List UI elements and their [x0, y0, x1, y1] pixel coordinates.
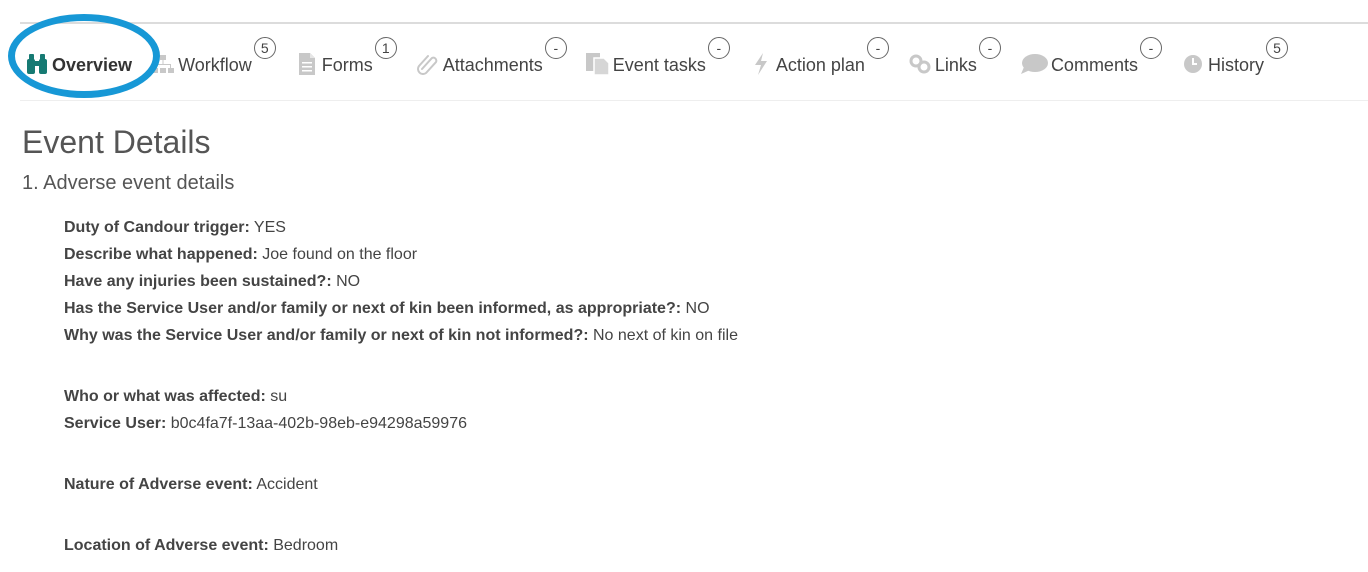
copy-icon [585, 51, 611, 77]
field-value: NO [681, 300, 710, 317]
field-key: Location of Adverse event: [64, 537, 269, 554]
tab-label: Workflow [178, 54, 252, 75]
tab-event-tasks[interactable]: Event tasks - [585, 32, 730, 88]
field-key: Describe what happened: [64, 246, 258, 263]
count-badge: 1 [374, 37, 397, 59]
field-duty-of-candour: Duty of Candour trigger: YES [64, 214, 738, 241]
top-divider [20, 22, 1368, 24]
field-key: Service User: [64, 415, 167, 432]
field-value: Joe found on the floor [257, 246, 418, 263]
field-location: Location of Adverse event: Bedroom [64, 532, 738, 559]
tab-label: Action plan [775, 54, 865, 75]
count-badge: - [866, 37, 889, 59]
tab-bar: Overview Workflow 5 Forms 1 Attachments … [24, 32, 1368, 88]
count-badge: 5 [253, 37, 276, 59]
count-badge: - [544, 37, 567, 59]
field-value: Bedroom [268, 537, 339, 554]
event-fields: Duty of Candour trigger: YES Describe wh… [64, 214, 738, 559]
tab-label: Links [934, 54, 977, 75]
count-badge: - [707, 37, 730, 59]
lightning-icon [748, 51, 774, 77]
field-key: Nature of Adverse event: [64, 476, 253, 493]
field-key: Have any injuries been sustained?: [64, 273, 332, 290]
document-icon [294, 51, 320, 77]
link-icon [907, 51, 933, 77]
field-informed: Has the Service User and/or family or ne… [64, 295, 738, 322]
field-value: su [265, 388, 288, 405]
count-badge: - [978, 37, 1001, 59]
tab-label: Event tasks [612, 54, 706, 75]
tab-attachments[interactable]: Attachments - [415, 32, 567, 88]
tab-label: Forms [321, 54, 373, 75]
tab-comments[interactable]: Comments - [1019, 32, 1162, 88]
field-value: b0c4fa7f-13aa-402b-98eb-e94298a59976 [166, 415, 467, 432]
field-value: NO [331, 273, 361, 290]
field-describe: Describe what happened: Joe found on the… [64, 241, 738, 268]
section-title: 1. Adverse event details [22, 172, 235, 194]
field-value: No next of kin on file [588, 327, 738, 344]
tab-label: Attachments [442, 54, 543, 75]
field-nature: Nature of Adverse event: Accident [64, 471, 738, 498]
field-key: Why was the Service User and/or family o… [64, 327, 589, 344]
tab-history[interactable]: History 5 [1180, 32, 1288, 88]
tab-label: History [1207, 54, 1264, 75]
field-why-not-informed: Why was the Service User and/or family o… [64, 322, 738, 349]
count-badge: 5 [1265, 37, 1288, 59]
tab-links[interactable]: Links - [907, 32, 1001, 88]
tab-label: Comments [1050, 54, 1138, 75]
field-key: Who or what was affected: [64, 388, 266, 405]
field-affected: Who or what was affected: su [64, 383, 738, 410]
field-key: Has the Service User and/or family or ne… [64, 300, 682, 317]
tab-divider [20, 100, 1368, 101]
tab-workflow[interactable]: Workflow 5 [150, 32, 276, 88]
field-injuries: Have any injuries been sustained?: NO [64, 268, 738, 295]
count-badge: - [1139, 37, 1162, 59]
field-service-user: Service User: b0c4fa7f-13aa-402b-98eb-e9… [64, 410, 738, 437]
field-value: Accident [252, 476, 318, 493]
page-title: Event Details [22, 124, 211, 160]
tab-action-plan[interactable]: Action plan - [748, 32, 889, 88]
binoculars-icon [24, 51, 50, 77]
sitemap-icon [150, 51, 176, 77]
speech-bubble-icon [1019, 51, 1049, 77]
tab-overview[interactable]: Overview [24, 32, 132, 88]
field-value: YES [249, 219, 286, 236]
clock-icon [1180, 51, 1206, 77]
tab-forms[interactable]: Forms 1 [294, 32, 397, 88]
paperclip-icon [415, 51, 441, 77]
tab-label: Overview [52, 54, 133, 75]
field-key: Duty of Candour trigger: [64, 219, 250, 236]
